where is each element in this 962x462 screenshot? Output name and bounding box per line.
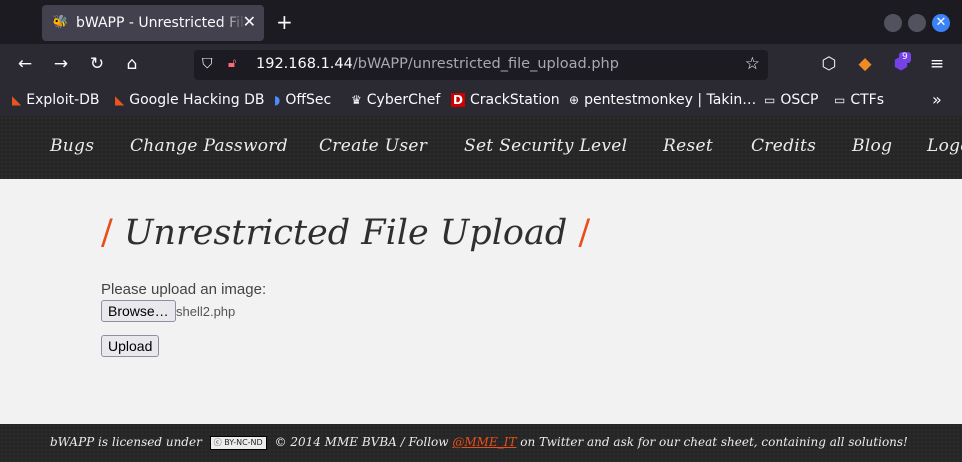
menu-set-security-level[interactable]: Set Security Level [464,136,627,156]
window-close-button[interactable]: ✕ [932,14,950,32]
ghdb-icon: ◣ [115,93,125,107]
bookmark-folder-oscp[interactable]: ▭ OSCP [764,92,818,108]
bookmark-label: Google Hacking DB [129,92,265,108]
bookmark-label: CyberChef [366,92,441,108]
folder-icon: ▭ [834,93,846,107]
url-host: 192.168.1.44 [256,56,353,72]
selected-file-name: shell2.php [176,304,236,319]
pocket-icon[interactable]: ⬡ [819,54,839,74]
main-content: / Unrestricted File Upload / Please uplo… [0,179,962,424]
url-path: /bWAPP/unrestricted_file_upload.php [352,56,619,72]
bookmark-pentestmonkey[interactable]: ⊕ pentestmonkey | Takin… [569,92,756,108]
menu-logout[interactable]: Logout [927,136,962,156]
web-page: Bugs Change Password Create User Set Sec… [0,116,962,462]
url-bar[interactable]: ⛉ 🔓︎ 192.168.1.44/bWAPP/unrestricted_fil… [194,50,768,80]
title-slash-right: / [578,213,591,253]
shield-icon[interactable]: ⛉ [202,56,213,72]
bookmark-label: OffSec [285,92,332,108]
globe-icon: ⊕ [569,93,580,107]
bookmark-cyberchef[interactable]: ♛ CyberChef [351,92,440,108]
title-slash-left: / [101,213,113,253]
bookmark-label: Exploit-DB [26,92,100,108]
footer-suffix: on Twitter and ask for our cheat sheet, … [520,435,908,449]
tab-close-icon[interactable]: ✕ [243,14,256,30]
bookmarks-bar: ◣ Exploit-DB ◣ Google Hacking DB ◗ OffSec ♛… [0,86,962,116]
reload-icon[interactable]: ↻ [87,54,107,74]
bookmark-star-icon[interactable]: ☆ [745,54,760,74]
crackstation-icon: D [451,93,465,107]
tab-title: bWAPP - Unrestricted File Upload [76,15,246,31]
offsec-icon: ◗ [274,93,281,107]
bookmark-label: CrackStation [469,92,560,108]
bookmark-ghdb[interactable]: ◣ Google Hacking DB [115,92,264,108]
browse-button[interactable]: Browse… [101,300,176,322]
new-tab-icon[interactable]: + [276,12,293,32]
forward-icon[interactable]: → [51,54,71,74]
site-footer: bWAPP is licensed under ⓒ BY-NC-ND © 201… [0,424,962,462]
menu-reset[interactable]: Reset [663,136,713,156]
footer-prefix: bWAPP is licensed under [50,435,202,449]
bookmark-folder-ctfs[interactable]: ▭ CTFs [834,92,884,108]
menu-blog[interactable]: Blog [852,136,892,156]
exploitdb-icon: ◣ [12,93,22,107]
maximize-button[interactable] [908,14,926,32]
extension-badge: 9 [899,52,911,63]
menu-change-password[interactable]: Change Password [130,136,288,156]
title-text: Unrestricted File Upload [123,213,568,253]
bee-favicon-icon: 🐝 [52,15,69,30]
menu-bugs[interactable]: Bugs [50,136,94,156]
license-badge-text: BY-NC-ND [224,437,263,447]
bookmark-offsec[interactable]: ◗ OffSec [274,92,331,108]
twitter-link[interactable]: @MME_IT [452,435,516,449]
bookmark-exploitdb[interactable]: ◣ Exploit-DB [12,92,100,108]
cyberchef-icon: ♛ [351,93,362,107]
bookmark-label: OSCP [780,92,819,108]
menu-create-user[interactable]: Create User [319,136,427,156]
foxyproxy-icon[interactable]: ◆ [855,54,875,74]
bookmark-crackstation[interactable]: D CrackStation [451,92,560,108]
footer-copyright: © 2014 MME BVBA / Follow [274,435,449,449]
bookmark-label: pentestmonkey | Takin… [584,92,757,108]
page-title: / Unrestricted File Upload / [101,213,590,253]
insecure-lock-icon[interactable]: 🔓︎ [228,56,236,71]
site-menu: Bugs Change Password Create User Set Sec… [0,116,962,179]
upload-prompt: Please upload an image: [101,281,267,298]
back-icon[interactable]: ← [15,54,35,74]
folder-icon: ▭ [764,93,776,107]
tab-active[interactable]: 🐝 bWAPP - Unrestricted File Upload ✕ [42,5,264,41]
upload-button[interactable]: Upload [101,335,160,357]
license-badge[interactable]: ⓒ BY-NC-ND [209,435,267,450]
tab-strip: 🐝 bWAPP - Unrestricted File Upload ✕ + ✕ [0,0,962,44]
navigation-toolbar: ← → ↻ ⌂ ⛉ 🔓︎ 192.168.1.44/bWAPP/unrestri… [0,44,962,86]
url-text[interactable]: 192.168.1.44/bWAPP/unrestricted_file_upl… [256,56,619,72]
menu-credits[interactable]: Credits [751,136,816,156]
home-icon[interactable]: ⌂ [122,54,142,74]
menu-icon[interactable]: ≡ [927,54,947,74]
bookmarks-overflow-icon[interactable]: » [932,90,942,109]
minimize-button[interactable] [884,14,902,32]
footer-text: bWAPP is licensed under ⓒ BY-NC-ND © 201… [50,435,908,450]
bookmark-label: CTFs [850,92,885,108]
